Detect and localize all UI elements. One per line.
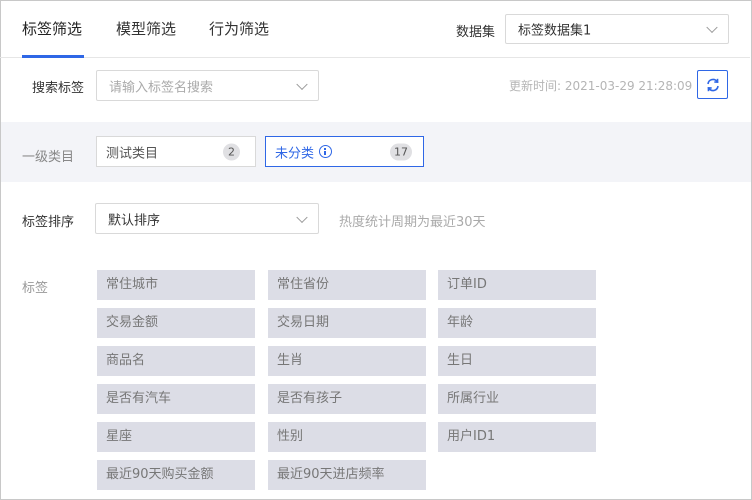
category-count-badge: 2 [223,143,240,160]
tag-item[interactable]: 最近90天进店频率 [268,460,426,490]
category-item-uncategorized[interactable]: 未分类 17 [265,136,424,167]
tag-item[interactable]: 是否有孩子 [268,384,426,414]
category-item-test[interactable]: 测试类目 2 [96,136,256,167]
sort-select-value: 默认排序 [108,213,161,228]
refresh-button[interactable] [697,70,728,99]
chevron-down-icon [296,211,308,223]
category-name: 测试类目 [106,146,159,161]
search-placeholder: 请输入标签名搜索 [109,80,214,95]
search-input[interactable]: 请输入标签名搜索 [96,70,319,101]
refresh-icon [707,78,719,92]
sort-select[interactable]: 默认排序 [95,203,319,234]
tag-item[interactable]: 订单ID [438,270,596,300]
tab-bar: 标签筛选 模型筛选 行为筛选 数据集 标签数据集1 [0,0,750,58]
tag-item[interactable]: 常住省份 [268,270,426,300]
dataset-select[interactable]: 标签数据集1 [505,14,729,44]
chevron-down-icon [296,78,308,90]
tag-item[interactable]: 常住城市 [97,270,255,300]
tag-item[interactable]: 交易日期 [268,308,426,338]
category-label: 一级类目 [22,150,75,165]
dataset-label: 数据集 [456,25,496,40]
tag-item[interactable]: 星座 [97,422,255,452]
tab-model-filter[interactable]: 模型筛选 [116,18,176,39]
chevron-down-icon [706,21,718,34]
tag-item[interactable]: 年龄 [438,308,596,338]
tag-item[interactable]: 生日 [438,346,596,376]
tag-item[interactable]: 所属行业 [438,384,596,414]
tab-behavior-filter[interactable]: 行为筛选 [209,18,269,39]
tag-item[interactable]: 最近90天购买金额 [97,460,255,490]
info-icon [319,145,332,158]
tab-tag-filter[interactable]: 标签筛选 [22,18,82,39]
category-count-badge: 17 [390,143,412,160]
tag-item[interactable]: 性别 [268,422,426,452]
tag-item[interactable]: 生肖 [268,346,426,376]
sort-label: 标签排序 [22,215,75,230]
search-label: 搜索标签 [32,81,85,96]
active-tab-indicator [22,55,84,58]
tag-item[interactable]: 用户ID1 [438,422,596,452]
tag-item[interactable]: 商品名 [97,346,255,376]
category-name: 未分类 [275,146,315,161]
dataset-select-value: 标签数据集1 [518,23,592,39]
tag-item[interactable]: 是否有汽车 [97,384,255,414]
tags-label: 标签 [22,281,49,296]
sort-hint: 热度统计周期为最近30天 [339,215,486,230]
tag-item[interactable]: 交易金额 [97,308,255,338]
update-time: 更新时间: 2021-03-29 21:28:09 [509,79,693,93]
